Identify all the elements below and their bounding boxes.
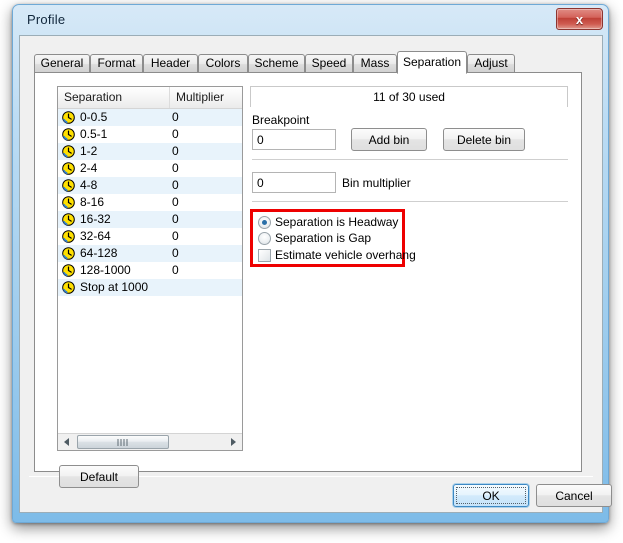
tab-format[interactable]: Format [90, 54, 143, 73]
bin-settings-pane: 11 of 30 used Breakpoint Add bin Delete … [250, 86, 568, 286]
tab-speed[interactable]: Speed [305, 54, 353, 73]
triangle-left-icon[interactable] [58, 434, 75, 450]
cell-separation: 4-8 [80, 178, 98, 192]
clock-icon [62, 247, 75, 260]
tab-colors[interactable]: Colors [198, 54, 248, 73]
table-row[interactable]: 32-64 0 [58, 228, 242, 245]
dialog-client-area: General Format Header Colors Scheme Speed Mass… [19, 35, 612, 513]
cell-multiplier: 0 [172, 229, 179, 243]
table-row[interactable]: 128-1000 0 [58, 262, 242, 279]
column-header-separation[interactable]: Separation [58, 87, 170, 108]
clock-icon [62, 162, 75, 175]
checkbox-estimate-vehicle-overhang[interactable] [258, 249, 271, 262]
cell-separation: 2-4 [80, 161, 98, 175]
clock-icon [62, 281, 75, 294]
cell-multiplier: 0 [172, 110, 179, 124]
cell-separation: 32-64 [80, 229, 111, 243]
checkbox-estimate-vehicle-overhang-label: Estimate vehicle overhang [275, 248, 416, 262]
radio-separation-headway-label: Separation is Headway [275, 215, 399, 229]
ok-button[interactable]: OK [453, 484, 529, 507]
list-horizontal-scrollbar[interactable] [58, 433, 242, 450]
table-row[interactable]: 16-32 0 [58, 211, 242, 228]
scrollbar-grip-icon [117, 439, 129, 446]
cell-separation: 0-0.5 [80, 110, 108, 124]
delete-bin-button[interactable]: Delete bin [443, 128, 525, 151]
breakpoint-label: Breakpoint [252, 113, 310, 127]
clock-icon [62, 179, 75, 192]
cell-separation: 0.5-1 [80, 127, 108, 141]
cell-multiplier [172, 279, 242, 296]
radio-separation-gap[interactable] [258, 232, 271, 245]
clock-icon [62, 145, 75, 158]
cell-multiplier: 0 [172, 195, 179, 209]
cell-multiplier: 0 [172, 178, 179, 192]
cell-separation: 8-16 [80, 195, 105, 209]
cell-multiplier: 0 [172, 144, 179, 158]
cell-separation: Stop at 1000 [80, 280, 149, 294]
bin-multiplier-input[interactable] [252, 172, 336, 193]
cell-multiplier: 0 [172, 246, 179, 260]
tab-header[interactable]: Header [143, 54, 198, 73]
table-row[interactable]: 1-2 0 [58, 143, 242, 160]
bin-multiplier-label: Bin multiplier [342, 176, 411, 190]
tab-strip: General Format Header Colors Scheme Speed Mass… [34, 51, 582, 74]
tab-general[interactable]: General [34, 54, 90, 73]
cell-multiplier: 0 [172, 127, 179, 141]
table-row[interactable]: 8-16 0 [58, 194, 242, 211]
table-row[interactable]: 0-0.5 0 [58, 109, 242, 126]
radio-separation-gap-label: Separation is Gap [275, 231, 372, 245]
cell-separation: 1-2 [80, 144, 98, 158]
cancel-button-label: Cancel [555, 488, 593, 503]
ok-button-label: OK [482, 488, 500, 503]
list-column-header: Separation Multiplier [58, 87, 242, 109]
table-row[interactable]: Stop at 1000 [58, 279, 242, 296]
separation-mode-highlight-box: Separation is Headway Separation is Gap … [250, 209, 416, 267]
separation-bins-list[interactable]: Separation Multiplier 0-0.5 0 0.5-1 0 1-2 0 2-… [57, 86, 243, 451]
divider-1 [252, 159, 568, 160]
column-header-multiplier[interactable]: Multiplier [170, 87, 242, 108]
ok-button-focus-outline: OK [456, 487, 526, 504]
add-bin-button[interactable]: Add bin [351, 128, 427, 151]
table-row[interactable]: 4-8 0 [58, 177, 242, 194]
tab-mass[interactable]: Mass [353, 54, 397, 73]
window-title: Profile [27, 12, 66, 27]
clock-icon [62, 111, 75, 124]
cancel-button[interactable]: Cancel [536, 484, 612, 507]
clock-icon [62, 128, 75, 141]
clock-icon [62, 230, 75, 243]
close-button[interactable]: x [556, 8, 603, 30]
tab-scheme[interactable]: Scheme [248, 54, 305, 73]
cell-multiplier: 0 [172, 212, 179, 226]
table-row[interactable]: 64-128 0 [58, 245, 242, 262]
cell-multiplier: 0 [172, 263, 179, 277]
tab-separation[interactable]: Separation [397, 51, 467, 74]
clock-icon [62, 196, 75, 209]
scrollbar-thumb[interactable] [77, 435, 169, 449]
triangle-right-icon[interactable] [225, 434, 242, 450]
close-x-icon: x [575, 11, 584, 27]
title-bar: Profile x [13, 5, 608, 35]
cell-separation: 64-128 [80, 246, 118, 260]
divider-2 [252, 201, 568, 202]
table-row[interactable]: 0.5-1 0 [58, 126, 242, 143]
profile-dialog-window: Profile x General Format Header Colors Schem… [12, 4, 612, 523]
bins-used-status: 11 of 30 used [250, 86, 568, 107]
table-row[interactable]: 2-4 0 [58, 160, 242, 177]
cell-separation: 128-1000 [80, 263, 131, 277]
breakpoint-input[interactable] [252, 129, 336, 150]
clock-icon [62, 213, 75, 226]
tab-page-separation: Separation Multiplier 0-0.5 0 0.5-1 0 1-2 0 2-… [34, 72, 582, 488]
list-rows-container: 0-0.5 0 0.5-1 0 1-2 0 2-4 0 4-8 0 8-16 0 16-32 0 32-64… [58, 109, 242, 432]
default-button[interactable]: Default [59, 465, 139, 488]
clock-icon [62, 264, 75, 277]
cell-separation: 16-32 [80, 212, 111, 226]
cell-multiplier: 0 [172, 161, 179, 175]
radio-separation-headway[interactable] [258, 216, 271, 229]
tab-adjust[interactable]: Adjust [467, 54, 515, 73]
